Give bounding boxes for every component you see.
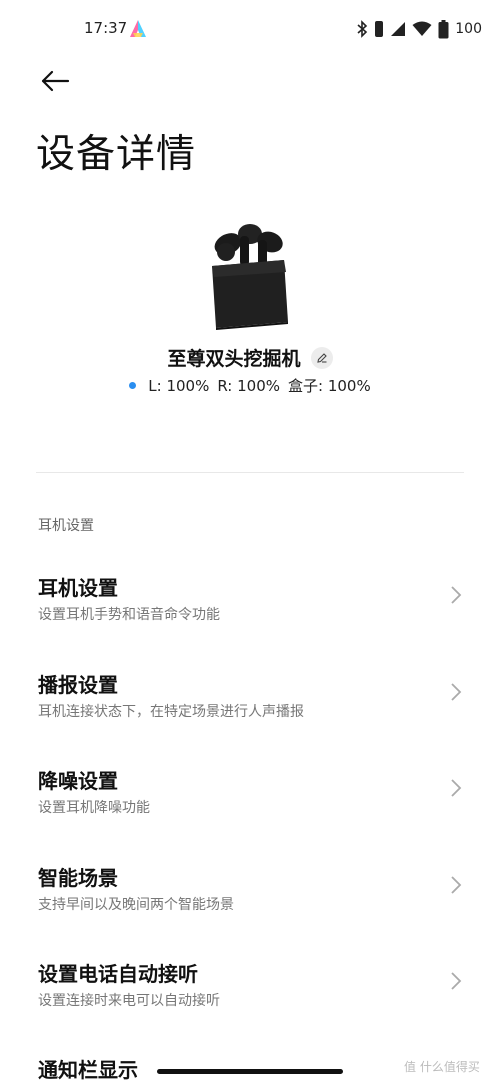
status-time: 17:37 bbox=[84, 19, 128, 37]
home-indicator[interactable] bbox=[157, 1069, 343, 1074]
menu-item-earphone-settings[interactable]: 耳机设置 设置耳机手势和语音命令功能 bbox=[0, 572, 500, 668]
menu-item-desc: 设置连接时来电可以自动接听 bbox=[38, 993, 220, 1009]
watermark: 值 什么值得买 bbox=[404, 1060, 480, 1074]
menu-item-title: 智能场景 bbox=[38, 866, 118, 890]
menu-item-desc: 支持早间以及晚间两个智能场景 bbox=[38, 897, 234, 913]
status-bar: 17:37 100 bbox=[0, 0, 500, 58]
section-label: 耳机设置 bbox=[38, 518, 94, 534]
menu-item-desc: 设置耳机手势和语音命令功能 bbox=[38, 607, 220, 623]
menu-item-auto-answer[interactable]: 设置电话自动接听 设置连接时来电可以自动接听 bbox=[0, 958, 500, 1054]
chevron-right-icon bbox=[451, 972, 462, 990]
back-button[interactable] bbox=[36, 64, 74, 98]
device-name-row: 至尊双头挖掘机 bbox=[0, 344, 500, 371]
app-logo-icon bbox=[130, 20, 146, 37]
menu-item-smart-scenes[interactable]: 智能场景 支持早间以及晚间两个智能场景 bbox=[0, 862, 500, 958]
chevron-right-icon bbox=[451, 779, 462, 797]
battery-level: 100 bbox=[455, 21, 482, 37]
battery-left: L: 100% bbox=[148, 376, 210, 395]
device-name: 至尊双头挖掘机 bbox=[167, 348, 301, 370]
chevron-right-icon bbox=[451, 876, 462, 894]
menu-item-title: 设置电话自动接听 bbox=[38, 962, 198, 986]
menu-item-title: 通知栏显示 bbox=[38, 1058, 138, 1082]
menu-item-title: 播报设置 bbox=[38, 673, 118, 697]
menu-item-announcement-settings[interactable]: 播报设置 耳机连接状态下，在特定场景进行人声播报 bbox=[0, 669, 500, 765]
battery-icon bbox=[438, 19, 449, 38]
earbuds-image bbox=[212, 224, 288, 330]
menu-item-desc: 耳机连接状态下，在特定场景进行人声播报 bbox=[38, 704, 304, 720]
vibrate-icon bbox=[375, 21, 384, 37]
menu-item-noise-cancelling[interactable]: 降噪设置 设置耳机降噪功能 bbox=[0, 765, 500, 861]
signal-icon bbox=[391, 22, 406, 36]
battery-status: L: 100% R: 100% 盒子: 100% bbox=[0, 375, 500, 396]
battery-case: 盒子: 100% bbox=[288, 377, 371, 395]
menu-item-desc: 设置耳机降噪功能 bbox=[38, 800, 150, 816]
menu-item-title: 耳机设置 bbox=[38, 576, 118, 600]
pencil-icon bbox=[316, 352, 327, 363]
chevron-right-icon bbox=[451, 683, 462, 701]
bluetooth-icon bbox=[357, 20, 368, 38]
wifi-icon bbox=[412, 21, 432, 36]
menu-item-title: 降噪设置 bbox=[38, 769, 118, 793]
rename-button[interactable] bbox=[310, 346, 333, 369]
arrow-left-icon bbox=[41, 70, 70, 92]
battery-right: R: 100% bbox=[217, 376, 280, 395]
connection-dot bbox=[129, 382, 137, 389]
status-icons: 100 bbox=[356, 16, 482, 42]
page-title: 设备详情 bbox=[36, 132, 197, 177]
divider bbox=[36, 472, 464, 473]
chevron-right-icon bbox=[451, 586, 462, 604]
